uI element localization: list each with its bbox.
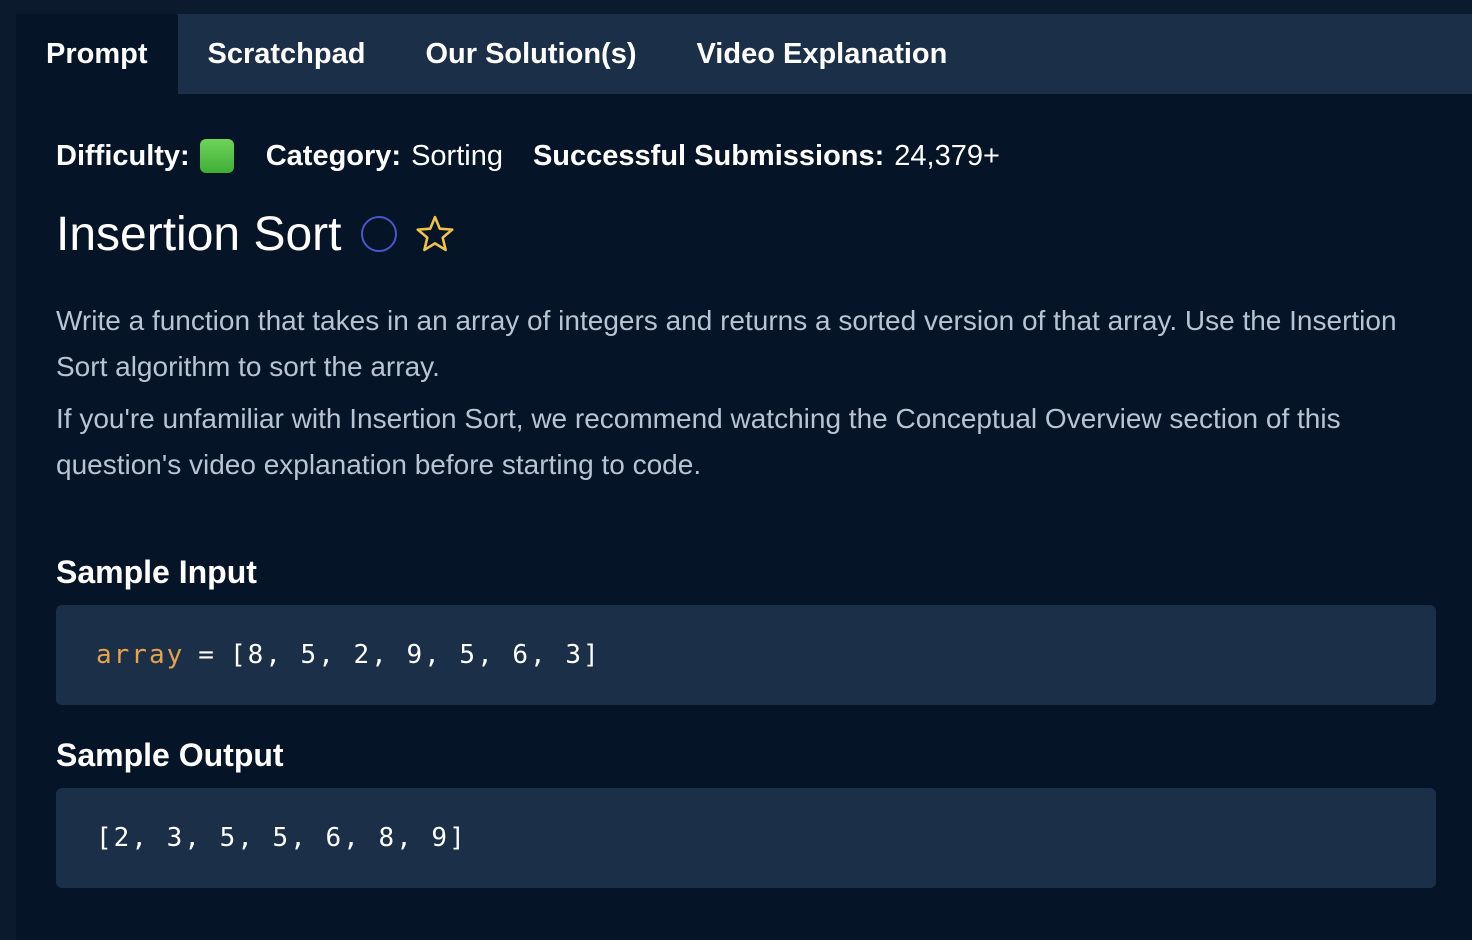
category-label: Category: [265, 139, 402, 172]
sample-input-value: [8, 5, 2, 9, 5, 6, 3] [229, 640, 601, 670]
sample-input-operator: = [198, 640, 216, 670]
difficulty-indicator [199, 139, 234, 173]
tab-scratchpad[interactable]: Scratchpad [178, 14, 396, 94]
tab-prompt[interactable]: Prompt [16, 14, 178, 94]
question-title: Insertion Sort [56, 207, 342, 261]
submissions-label: Successful Submissions: [532, 139, 885, 172]
sample-input-code: array = [8, 5, 2, 9, 5, 6, 3] [56, 605, 1436, 705]
tab-bar: Prompt Scratchpad Our Solution(s) Video … [16, 14, 1472, 94]
star-icon[interactable] [413, 212, 457, 256]
tab-video-explanation[interactable]: Video Explanation [666, 14, 977, 94]
sample-input-heading: Sample Input [56, 554, 257, 590]
completion-status-icon[interactable] [361, 216, 398, 252]
tab-our-solutions[interactable]: Our Solution(s) [395, 14, 666, 94]
submissions-value: 24,379+ [894, 139, 1000, 172]
question-meta: Difficulty: Category: Sorting Successful… [56, 138, 1472, 174]
title-row: Insertion Sort [56, 206, 1472, 262]
question-description-2: If you're unfamiliar with Insertion Sort… [56, 403, 1341, 480]
prompt-content: Difficulty: Category: Sorting Successful… [16, 138, 1472, 888]
prompt-panel: Prompt Scratchpad Our Solution(s) Video … [16, 14, 1472, 940]
category-value: Sorting [411, 139, 503, 172]
sample-input-variable: array [96, 640, 185, 670]
sample-output-value: [2, 3, 5, 5, 6, 8, 9] [96, 823, 467, 853]
sample-output-heading: Sample Output [56, 737, 284, 773]
question-description-1: Write a function that takes in an array … [56, 305, 1397, 382]
sample-output-code: [2, 3, 5, 5, 6, 8, 9] [56, 788, 1436, 888]
difficulty-label: Difficulty: [56, 139, 190, 172]
